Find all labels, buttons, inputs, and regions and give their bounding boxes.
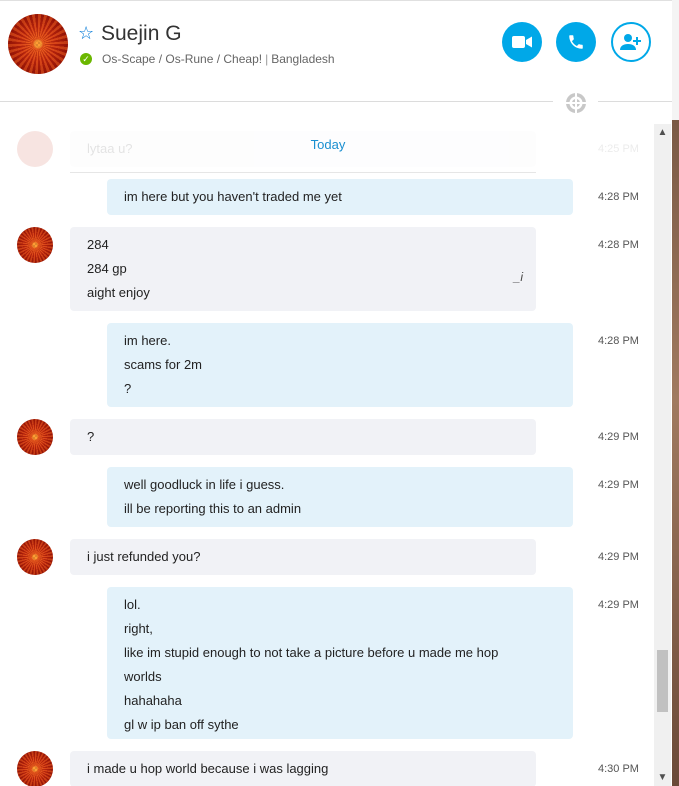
message-bubble-incoming[interactable]: i made u hop world because i was lagging	[70, 751, 536, 786]
message-timestamp: 4:28 PM	[598, 239, 639, 251]
message-row: i just refunded you? 4:29 PM	[0, 539, 654, 575]
message-list[interactable]: lytaa u? 4:25 PM Today im here but you h…	[0, 124, 654, 786]
edited-pencil-icon: _i	[513, 270, 523, 284]
vertical-scrollbar[interactable]: ▲ ▼	[654, 124, 671, 786]
message-bubble-incoming[interactable]: 284 284 gp aight enjoy _i	[70, 227, 536, 311]
online-status-icon: ✓	[80, 53, 92, 65]
scrollbar-thumb[interactable]	[657, 650, 668, 712]
message-line: i just refunded you?	[87, 549, 201, 564]
message-timestamp: 4:30 PM	[598, 763, 639, 775]
message-timestamp: 4:29 PM	[598, 551, 639, 563]
scroll-up-arrow-icon[interactable]: ▲	[654, 124, 671, 141]
message-bubble-outgoing[interactable]: im here. scams for 2m ?	[107, 323, 573, 407]
message-row: 284 284 gp aight enjoy _i 4:28 PM	[0, 227, 654, 311]
sender-avatar[interactable]	[17, 419, 53, 455]
faded-avatar	[17, 131, 53, 167]
faded-message-time: 4:25 PM	[598, 143, 639, 155]
message-line: like im stupid enough to not take a pict…	[124, 645, 499, 684]
message-timestamp: 4:28 PM	[598, 191, 639, 203]
message-line: ?	[87, 429, 95, 444]
message-line: well goodluck in life i guess.	[124, 477, 285, 492]
message-bubble-incoming[interactable]: i just refunded you?	[70, 539, 536, 575]
sender-avatar[interactable]	[17, 751, 53, 786]
day-separator-line	[70, 172, 536, 173]
message-line: ?	[124, 381, 132, 396]
sender-avatar[interactable]	[17, 539, 53, 575]
header-divider	[0, 101, 553, 102]
audio-call-button[interactable]	[556, 22, 596, 62]
message-bubble-outgoing[interactable]: im here but you haven't traded me yet	[107, 179, 573, 215]
location-text: Bangladesh	[271, 52, 335, 66]
message-bubble-outgoing[interactable]: lol. right, like im stupid enough to not…	[107, 587, 573, 739]
day-separator: lytaa u? 4:25 PM Today	[0, 131, 654, 173]
scroll-down-arrow-icon[interactable]: ▼	[654, 769, 671, 786]
message-line: right,	[124, 621, 153, 636]
message-line: ill be reporting this to an admin	[124, 501, 302, 516]
contact-avatar[interactable]	[8, 14, 68, 74]
message-row: well goodluck in life i guess. ill be re…	[0, 467, 654, 527]
message-line: im here but you haven't traded me yet	[124, 189, 342, 204]
background-window-edge	[672, 0, 679, 786]
message-line: lol.	[124, 597, 141, 612]
add-person-icon	[620, 34, 641, 50]
video-call-button[interactable]	[502, 22, 542, 62]
day-label: Today	[310, 137, 346, 152]
add-people-button[interactable]	[611, 22, 651, 62]
message-line: i made u hop world because i was lagging	[87, 761, 329, 776]
message-line: hahahaha	[124, 693, 182, 708]
message-row: ? 4:29 PM	[0, 419, 654, 455]
message-bubble-outgoing[interactable]: well goodluck in life i guess. ill be re…	[107, 467, 573, 527]
contact-name[interactable]: Suejin G	[101, 21, 182, 47]
message-line: 284	[87, 237, 109, 252]
message-timestamp: 4:29 PM	[598, 431, 639, 443]
mood-text: Os-Scape / Os-Rune / Cheap!	[102, 52, 263, 66]
contact-mood: Os-Scape / Os-Rune / Cheap! | Bangladesh	[102, 50, 335, 68]
message-timestamp: 4:28 PM	[598, 335, 639, 347]
message-row: i made u hop world because i was lagging…	[0, 751, 654, 786]
message-row: im here. scams for 2m ? 4:28 PM	[0, 323, 654, 407]
sender-avatar[interactable]	[17, 227, 53, 263]
mood-separator: |	[265, 52, 269, 66]
phone-icon	[569, 35, 583, 49]
message-line: im here.	[124, 333, 171, 348]
favorite-star-icon[interactable]: ☆	[78, 23, 94, 43]
faded-message-text: lytaa u?	[87, 141, 133, 156]
conversation-header: ☆ Suejin G ✓ Os-Scape / Os-Rune / Cheap!…	[0, 0, 672, 102]
message-bubble-incoming[interactable]: ?	[70, 419, 536, 455]
message-row: im here but you haven't traded me yet 4:…	[0, 179, 654, 215]
video-camera-icon	[512, 36, 532, 48]
message-timestamp: 4:29 PM	[598, 479, 639, 491]
message-line: aight enjoy	[87, 285, 150, 300]
web-globe-icon[interactable]	[565, 92, 587, 114]
message-line: gl w ip ban off sythe	[124, 717, 239, 732]
message-line: 284 gp	[87, 261, 127, 276]
message-line: scams for 2m	[124, 357, 203, 372]
message-timestamp: 4:29 PM	[598, 599, 639, 611]
message-row: lol. right, like im stupid enough to not…	[0, 587, 654, 739]
header-divider-right	[598, 101, 672, 102]
